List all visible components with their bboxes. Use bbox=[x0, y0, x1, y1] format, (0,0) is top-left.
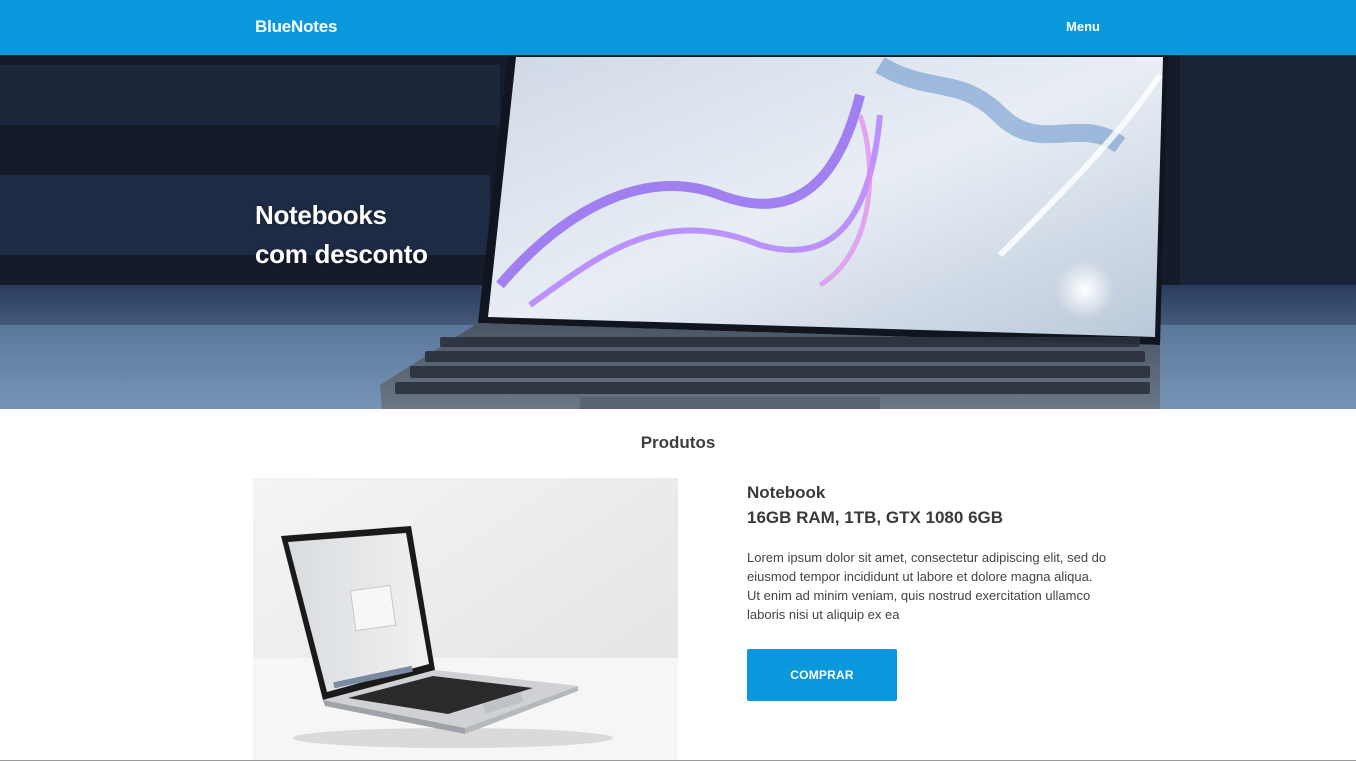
hero-laptop-image bbox=[0, 55, 1356, 409]
brand-logo[interactable]: BlueNotes bbox=[255, 17, 337, 37]
hero-title-line2: com desconto bbox=[255, 239, 428, 269]
product-name-line2: 16GB RAM, 1TB, GTX 1080 6GB bbox=[747, 508, 1004, 527]
product-image bbox=[253, 478, 678, 761]
laptop-photo bbox=[253, 478, 678, 761]
hero-title: Notebooks com desconto bbox=[255, 196, 428, 274]
products-section-title: Produtos bbox=[640, 433, 716, 452]
top-navbar: BlueNotes Menu bbox=[0, 0, 1356, 55]
hero-banner: Notebooks com desconto bbox=[0, 55, 1356, 409]
buy-button[interactable]: COMPRAR bbox=[747, 649, 897, 701]
product-name: Notebook 16GB RAM, 1TB, GTX 1080 6GB bbox=[747, 480, 1003, 530]
hero-title-line1: Notebooks bbox=[255, 200, 387, 230]
product-name-line1: Notebook bbox=[747, 483, 826, 502]
menu-link[interactable]: Menu bbox=[1066, 19, 1100, 34]
product-description: Lorem ipsum dolor sit amet, consectetur … bbox=[747, 550, 1107, 622]
